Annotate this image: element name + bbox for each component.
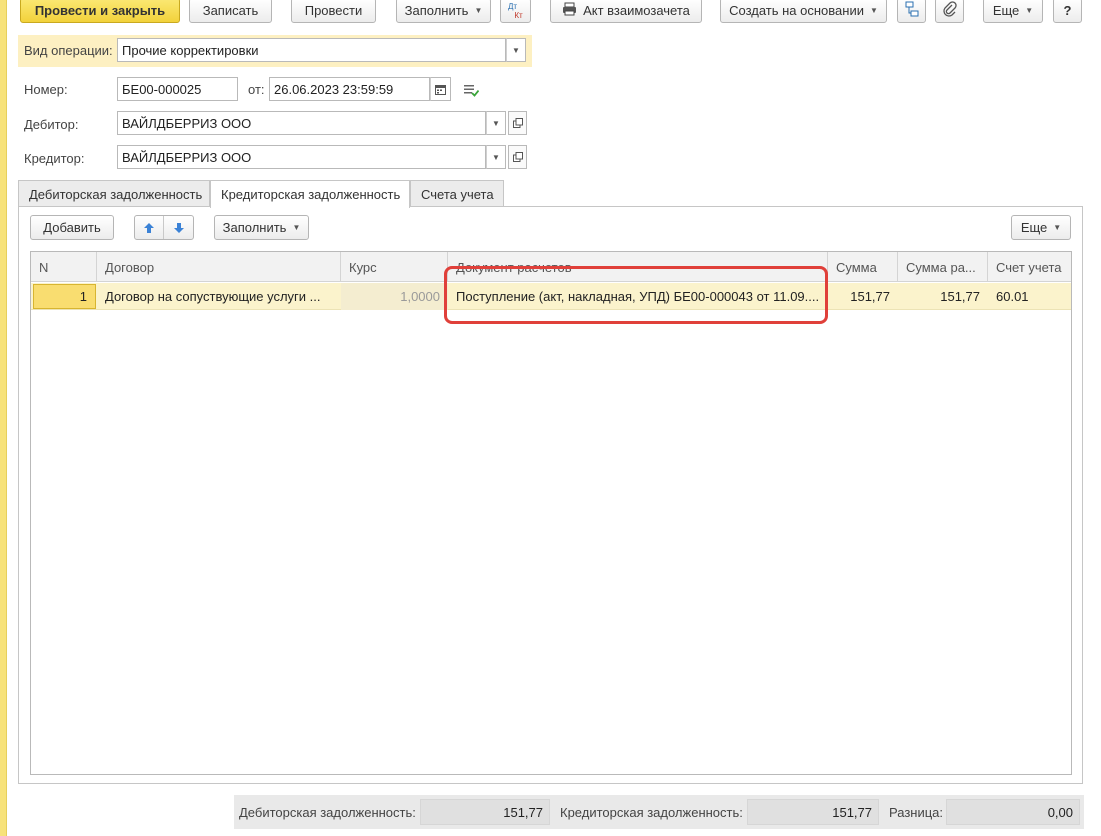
column-header-n[interactable]: N	[31, 252, 97, 282]
caret-down-icon: ▼	[1025, 6, 1034, 15]
debit-total-value: 151,77	[420, 799, 550, 825]
structure-button[interactable]	[897, 0, 926, 23]
column-header-contract[interactable]: Договор	[97, 252, 341, 282]
post-button[interactable]: Провести	[291, 0, 376, 23]
caret-down-icon: ▼	[292, 223, 301, 232]
dt-kt-icon-bottom: Кт	[514, 10, 523, 20]
creditor-label: Кредитор:	[24, 151, 85, 166]
column-header-rate[interactable]: Курс	[341, 252, 448, 282]
create-based-on-button[interactable]: Создать на основании ▼	[720, 0, 887, 23]
number-label: Номер:	[24, 82, 68, 97]
difference-value: 0,00	[946, 799, 1080, 825]
operation-type-dropdown-icon[interactable]: ▼	[506, 38, 526, 62]
structure-icon	[904, 1, 920, 20]
attach-button[interactable]	[935, 0, 964, 23]
add-row-label: Добавить	[43, 220, 101, 235]
sum-calc-cell[interactable]: 151,77	[898, 283, 988, 310]
debtor-label: Дебитор:	[24, 117, 79, 132]
difference-label: Разница:	[889, 804, 944, 820]
debtor-field[interactable]: ВАЙЛДБЕРРИЗ ООО	[117, 111, 486, 135]
tab-creditor-debt[interactable]: Кредиторская задолженность	[210, 180, 410, 208]
date-field[interactable]: 26.06.2023 23:59:59	[269, 77, 430, 101]
account-cell[interactable]: 60.01	[988, 283, 1073, 310]
calendar-icon[interactable]	[430, 77, 451, 101]
creditor-dropdown-icon[interactable]: ▼	[486, 145, 506, 169]
fill-label: Заполнить	[404, 3, 469, 18]
tab-debtor-debt[interactable]: Дебиторская задолженность	[18, 180, 210, 207]
debtor-dropdown-icon[interactable]: ▼	[486, 111, 506, 135]
table-more-button[interactable]: Еще ▼	[1011, 215, 1071, 240]
create-based-on-label: Создать на основании	[729, 3, 864, 18]
caret-down-icon: ▼	[1053, 223, 1062, 232]
operation-type-select[interactable]: Прочие корректировки	[117, 38, 506, 62]
write-button[interactable]: Записать	[189, 0, 272, 23]
column-header-sum[interactable]: Сумма	[828, 252, 898, 282]
totals-footer: Дебиторская задолженность: 151,77 Кредит…	[234, 795, 1084, 829]
offset-act-button[interactable]: Акт взаимозачета	[550, 0, 702, 23]
printer-icon	[562, 2, 577, 19]
creditor-debt-table: N Договор Курс Документ расчетов Сумма С…	[30, 251, 1072, 775]
post-label: Провести	[304, 3, 363, 18]
left-accent-stripe	[0, 0, 7, 836]
debit-total-label: Дебиторская задолженность:	[239, 804, 416, 820]
dt-kt-button[interactable]: Дт Кт	[500, 0, 531, 23]
rate-cell[interactable]: 1,0000	[341, 283, 448, 310]
offset-act-label: Акт взаимозачета	[583, 3, 690, 18]
more-label: Еще	[992, 3, 1020, 18]
table-fill-dropdown-button[interactable]: Заполнить ▼	[214, 215, 309, 240]
credit-total-label: Кредиторская задолженность:	[560, 804, 743, 820]
paperclip-icon	[942, 1, 957, 20]
credit-total-value: 151,77	[747, 799, 879, 825]
move-buttons	[134, 215, 194, 240]
more-button[interactable]: Еще ▼	[983, 0, 1043, 23]
arrow-down-icon[interactable]	[164, 216, 193, 239]
table-fill-label: Заполнить	[222, 220, 287, 235]
tab-accounts[interactable]: Счета учета	[410, 180, 504, 207]
caret-down-icon: ▼	[869, 6, 878, 15]
row-number-cell[interactable]: 1	[33, 284, 96, 309]
fill-dropdown-button[interactable]: Заполнить ▼	[396, 0, 491, 23]
write-label: Записать	[202, 3, 259, 18]
help-icon: ?	[1063, 3, 1072, 18]
creditor-field[interactable]: ВАЙЛДБЕРРИЗ ООО	[117, 145, 486, 169]
creditor-open-icon[interactable]	[508, 145, 527, 169]
contract-cell[interactable]: Договор на сопуствующие услуги ...	[97, 283, 341, 310]
arrow-up-icon[interactable]	[135, 216, 164, 239]
caret-down-icon: ▼	[474, 6, 483, 15]
post-and-close-button[interactable]: Провести и закрыть	[20, 0, 180, 23]
date-label: от:	[248, 82, 265, 97]
column-header-sum-calc[interactable]: Сумма ра...	[898, 252, 988, 282]
sum-cell[interactable]: 151,77	[828, 283, 898, 310]
dt-kt-icon: Дт	[507, 1, 518, 11]
red-highlight-annotation	[444, 266, 828, 324]
debtor-open-icon[interactable]	[508, 111, 527, 135]
table-more-label: Еще	[1020, 220, 1048, 235]
column-header-account[interactable]: Счет учета	[988, 252, 1073, 282]
number-field[interactable]: БЕ00-000025	[117, 77, 238, 101]
number-settings-icon[interactable]	[463, 83, 480, 100]
add-row-button[interactable]: Добавить	[30, 215, 114, 240]
post-and-close-label: Провести и закрыть	[34, 3, 166, 18]
help-button[interactable]: ?	[1053, 0, 1082, 23]
operation-type-label: Вид операции:	[24, 43, 113, 58]
